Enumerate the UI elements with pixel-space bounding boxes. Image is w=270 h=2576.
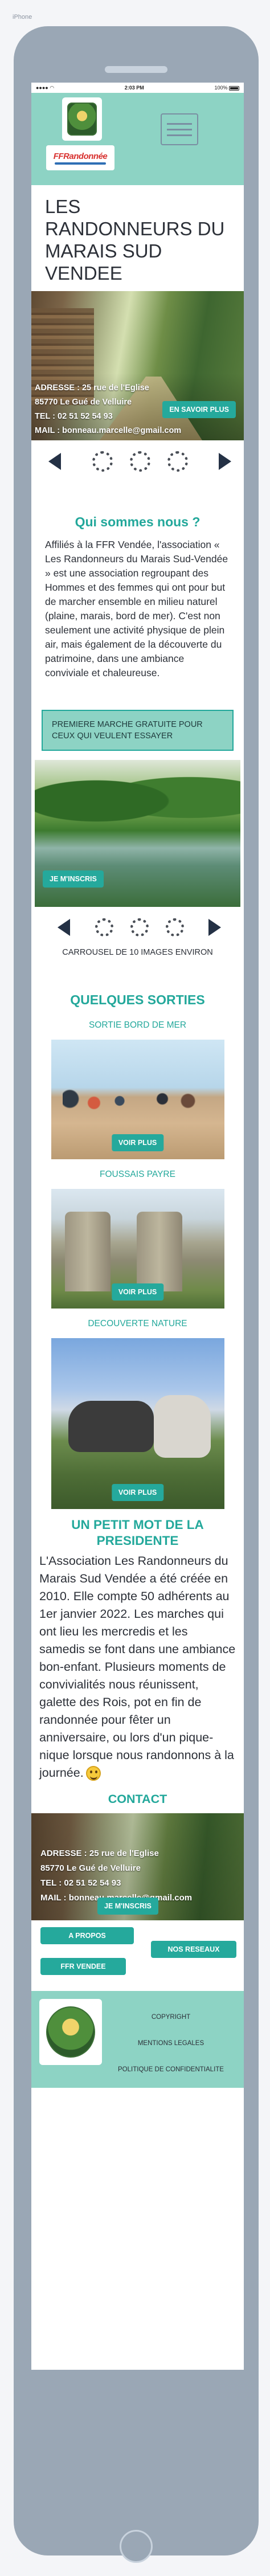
sortie-photo-foussais: VOIR PLUS xyxy=(51,1189,224,1309)
sortie-label: SORTIE BORD DE MER xyxy=(88,1020,187,1030)
hero-banner: ADRESSE : 25 rue de l'Eglise 85770 Le Gu… xyxy=(31,291,244,440)
loading-spinner-icon xyxy=(167,451,188,472)
battery-percent: 100% xyxy=(214,85,228,91)
loading-spinner-icon xyxy=(92,451,113,472)
carousel-loading-indicators xyxy=(92,451,188,472)
contact-inscription-button[interactable]: JE M'INSCRIS xyxy=(97,1898,158,1915)
loading-spinner-icon xyxy=(95,918,113,937)
en-savoir-plus-button[interactable]: EN SAVOIR PLUS xyxy=(162,401,236,418)
river-photo: JE M'INSCRIS xyxy=(35,760,240,907)
carousel-prev-arrow-icon[interactable] xyxy=(58,919,70,936)
horse-image xyxy=(68,1401,154,1452)
lime-kiln-image xyxy=(64,1212,111,1291)
hero-city: 85770 Le Gué de Velluire xyxy=(35,398,132,407)
hero-mail: MAIL : bonneau.marcelle@gmail.com xyxy=(35,426,182,435)
carousel-caption: CARROUSEL DE 10 IMAGES ENVIRON xyxy=(62,948,213,957)
smiley-icon xyxy=(85,1766,101,1781)
sorties-title: QUELQUES SORTIES xyxy=(70,992,205,1007)
about-title: Qui sommes nous ? xyxy=(75,514,201,529)
voir-plus-button[interactable]: VOIR PLUS xyxy=(111,1134,164,1151)
loading-spinner-icon xyxy=(129,451,150,472)
status-time: 2:03 PM xyxy=(124,85,144,91)
hamburger-menu-button[interactable] xyxy=(161,113,198,145)
hero-contact-info: ADRESSE : 25 rue de l'Eglise 85770 Le Gu… xyxy=(35,381,181,438)
contact-address: ADRESSE : 25 rue de l'Eglise xyxy=(40,1849,159,1858)
carousel-prev-arrow-icon[interactable] xyxy=(48,453,61,470)
inscription-button[interactable]: JE M'INSCRIS xyxy=(43,870,104,888)
logo-emblem xyxy=(67,103,97,136)
footer-logo-emblem xyxy=(46,2006,95,2058)
menu-line-icon xyxy=(167,122,192,125)
contact-banner: ADRESSE : 25 rue de l'Eglise 85770 Le Gu… xyxy=(31,1813,244,1920)
contact-title: CONTACT xyxy=(108,1792,167,1806)
president-word-title: UN PETIT MOT DE LA PRESIDENTE xyxy=(71,1518,204,1548)
footer-club-logo[interactable] xyxy=(39,1999,102,2065)
speaker xyxy=(105,66,167,73)
signal-icon: ●●●● ◠ xyxy=(36,84,55,91)
sortie-label: FOUSSAIS PAYRE xyxy=(100,1170,175,1179)
lime-kiln-image xyxy=(136,1212,182,1291)
ffr-logo-underline xyxy=(55,162,106,165)
carousel-next-arrow-icon[interactable] xyxy=(208,919,221,936)
privacy-policy-link[interactable]: POLITIQUE DE CONFIDENTIALITE xyxy=(111,2066,231,2073)
president-word-body: L'Association Les Randonneurs du Marais … xyxy=(39,1554,236,1780)
sortie-photo-nature: VOIR PLUS xyxy=(51,1338,224,1509)
frame-label: iPhone xyxy=(13,14,32,21)
carousel-loading-indicators xyxy=(95,918,184,937)
hero-address: ADRESSE : 25 rue de l'Eglise xyxy=(35,383,149,392)
footer: COPYRIGHT MENTIONS LEGALES POLITIQUE DE … xyxy=(31,1991,244,2088)
sortie-label: DECOUVERTE NATURE xyxy=(88,1319,187,1328)
loading-spinner-icon xyxy=(130,918,149,937)
phone-screen: ●●●● ◠ 2:03 PM 100% FFRandonnée LES RAND… xyxy=(31,83,244,2370)
contact-tel: TEL : 02 51 52 54 93 xyxy=(40,1878,121,1888)
club-logo[interactable] xyxy=(62,97,102,141)
status-bar: ●●●● ◠ 2:03 PM 100% xyxy=(31,83,244,93)
voir-plus-button[interactable]: VOIR PLUS xyxy=(111,1283,164,1301)
battery-icon xyxy=(228,85,239,91)
mentions-legales-link[interactable]: MENTIONS LEGALES xyxy=(111,2040,231,2047)
contact-city: 85770 Le Gué de Velluire xyxy=(40,1863,141,1873)
carousel-next-arrow-icon[interactable] xyxy=(219,453,231,470)
sortie-photo-bord-de-mer: VOIR PLUS xyxy=(51,1040,224,1159)
copyright-link[interactable]: COPYRIGHT xyxy=(111,2014,231,2021)
free-walk-banner[interactable]: PREMIERE MARCHE GRATUITE POUR CEUX QUI V… xyxy=(42,710,234,751)
beach-walkers-image xyxy=(62,1083,205,1123)
about-text: Affiliés à la FFR Vendée, l'association … xyxy=(45,539,228,678)
a-propos-button[interactable]: A PROPOS xyxy=(40,1927,134,1944)
voir-plus-button[interactable]: VOIR PLUS xyxy=(111,1484,164,1501)
battery-indicator: 100% xyxy=(214,85,239,91)
page-title: LES RANDONNEURS DU MARAIS SUD VENDEE xyxy=(45,196,225,284)
nos-reseaux-button[interactable]: NOS RESEAUX xyxy=(151,1941,236,1958)
ffr-vendee-button[interactable]: FFR VENDEE xyxy=(40,1958,126,1975)
title-block: LES RANDONNEURS DU MARAIS SUD VENDEE xyxy=(31,185,244,289)
hero-tel: TEL : 02 51 52 54 93 xyxy=(35,412,113,421)
footer-links: A PROPOS NOS RESEAUX FFR VENDEE xyxy=(31,1923,244,1985)
contact-info: ADRESSE : 25 rue de l'Eglise 85770 Le Gu… xyxy=(40,1846,192,1906)
ffr-logo-text: FFRandonnée xyxy=(53,151,108,161)
president-word-text: L'Association Les Randonneurs du Marais … xyxy=(31,1549,244,1782)
carousel-bottom xyxy=(31,907,244,948)
carousel-top xyxy=(31,440,244,483)
header: FFRandonnée xyxy=(31,93,244,185)
river-trees-image xyxy=(35,760,240,828)
menu-line-icon xyxy=(167,134,192,136)
menu-line-icon xyxy=(167,128,192,130)
horse-image xyxy=(153,1395,211,1458)
home-button[interactable] xyxy=(120,2530,153,2563)
ffr-logo[interactable]: FFRandonnée xyxy=(46,145,114,170)
loading-spinner-icon xyxy=(165,918,184,937)
